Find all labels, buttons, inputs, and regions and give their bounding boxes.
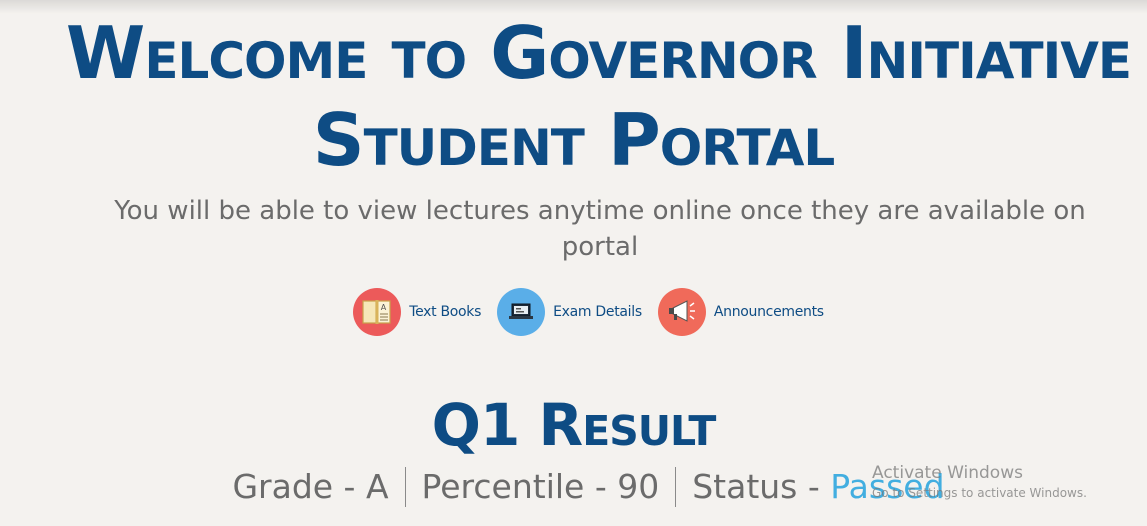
announcements-label: Announcements (713, 304, 824, 320)
watermark-subtitle: Go to Settings to activate Windows. (872, 486, 1087, 500)
activate-windows-watermark: Activate Windows Go to Settings to activ… (872, 462, 1087, 502)
announcements-link[interactable]: Announcements (657, 288, 824, 336)
result-title: Q1 Result (431, 391, 717, 459)
text-books-label: Text Books (409, 304, 482, 320)
percentile-value: Percentile - 90 (421, 467, 660, 506)
grade-value: Grade - A (232, 467, 389, 506)
exam-details-link[interactable]: Exam Details (497, 288, 642, 336)
page-subtitle: You will be able to view lectures anytim… (114, 196, 1086, 262)
quick-links: A Text Books Exam Details Announcements (0, 288, 1147, 336)
status-label: Status - (692, 467, 831, 506)
text-books-link[interactable]: A Text Books (353, 288, 481, 336)
page-title-line2: Student Portal (312, 98, 836, 182)
page-title-line1: Welcome to Governor Initiative (65, 11, 1132, 95)
laptop-icon (497, 288, 546, 336)
exam-details-label: Exam Details (553, 304, 642, 320)
watermark-title: Activate Windows (872, 463, 1023, 483)
svg-text:A: A (381, 303, 387, 312)
megaphone-icon (657, 288, 706, 336)
book-icon: A (353, 288, 402, 336)
